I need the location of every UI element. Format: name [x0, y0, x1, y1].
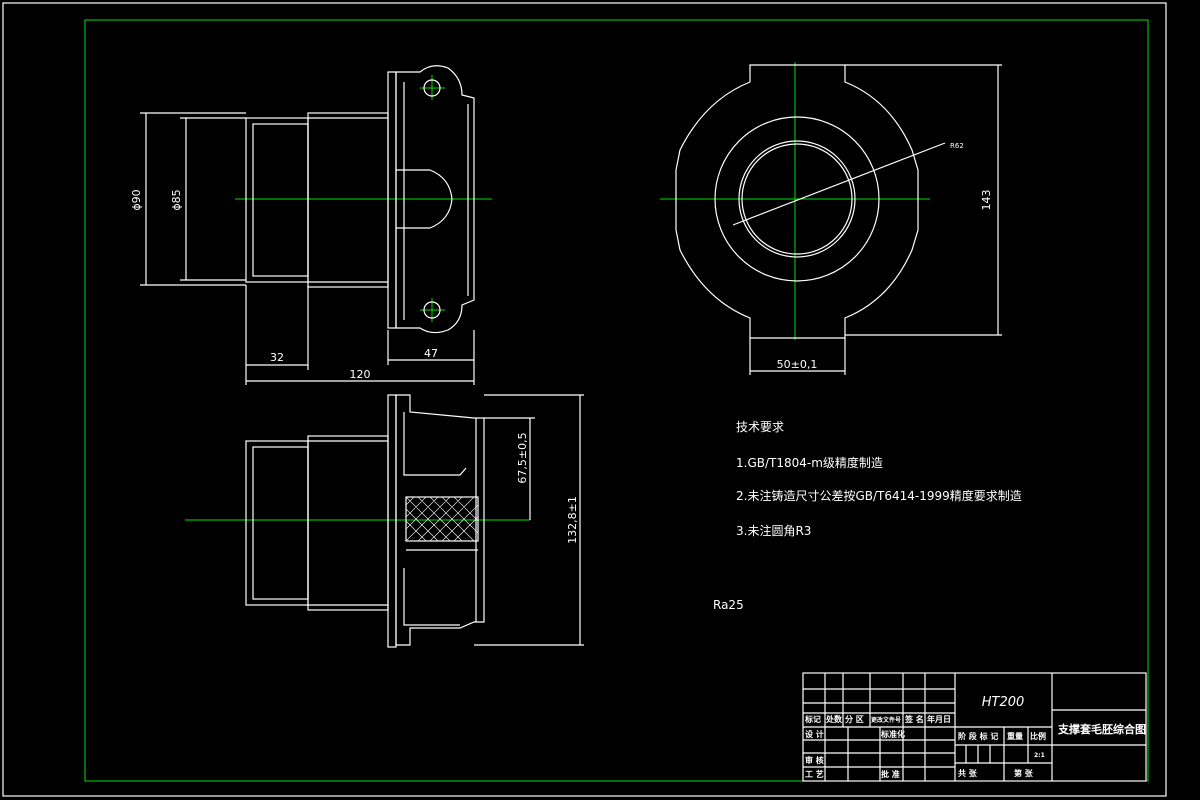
- tb-header-count: 处数: [825, 714, 843, 724]
- dim-radius-62: R62: [950, 142, 964, 150]
- material-label: HT200: [982, 695, 1025, 710]
- tb-header-mark: 标记: [804, 714, 821, 724]
- tb-header-change-doc: 更改文件号: [871, 716, 901, 724]
- dim-height-67: 67,5±0,5: [516, 432, 529, 483]
- tb-scale-label: 比例: [1030, 731, 1046, 741]
- radius-leader: [732, 142, 946, 226]
- front-view: [140, 65, 492, 385]
- dim-height-132: 132,8±1: [566, 496, 579, 544]
- tb-row-design: 设 计: [805, 729, 824, 739]
- mid-tube-outer: [307, 112, 389, 288]
- flange-plate: [387, 71, 397, 329]
- dim-length-47: 47: [424, 347, 438, 360]
- dim-height-143: 143: [980, 190, 993, 211]
- tech-req-item-3: 3.未注圆角R3: [736, 523, 811, 538]
- drawing-name: 支撑套毛胚综合图: [1057, 722, 1146, 736]
- tb-row-standardization: 标准化: [880, 729, 905, 739]
- roughness-note: Ra25: [713, 598, 744, 612]
- tech-req-item-1: 1.GB/T1804-m级精度制造: [736, 455, 883, 470]
- tb-header-date: 年月日: [927, 714, 951, 724]
- tb-header-zone: 分 区: [845, 714, 864, 724]
- tb-weight: 重量: [1007, 731, 1023, 741]
- tech-req-item-2: 2.未注铸造尺寸公差按GB/T6414-1999精度要求制造: [736, 488, 1022, 503]
- tb-stage-mark: 阶 段 标 记: [958, 731, 998, 741]
- dim-diameter-90: ϕ90: [130, 189, 143, 210]
- tb-sheet-no: 第 张: [1014, 768, 1034, 778]
- tb-scale-value: 2:1: [1034, 752, 1045, 759]
- tech-req-title: 技术要求: [736, 420, 784, 434]
- dim-length-32: 32: [270, 351, 284, 364]
- flange-outline: [675, 64, 919, 339]
- drawing-frame: [84, 19, 1149, 782]
- tb-sheets-total: 共 张: [958, 768, 978, 778]
- dim-length-120: 120: [350, 368, 371, 381]
- side-view: [660, 62, 1002, 375]
- tb-row-approve: 批 准: [881, 769, 900, 779]
- tb-row-process: 工 艺: [805, 769, 824, 779]
- small-tube-inner: [252, 123, 309, 277]
- dim-width-50: 50±0,1: [777, 358, 818, 371]
- sheet-border: [2, 2, 1167, 797]
- drawing-canvas: ϕ90 ϕ85 32 47 120 R62 143 50±0,1 67,5±0,…: [2, 2, 1167, 797]
- dim-diameter-85: ϕ85: [170, 189, 183, 210]
- tb-header-sign: 签 名: [904, 714, 924, 724]
- small-tube-outer: [245, 117, 309, 283]
- tb-row-review: 审 核: [805, 755, 824, 765]
